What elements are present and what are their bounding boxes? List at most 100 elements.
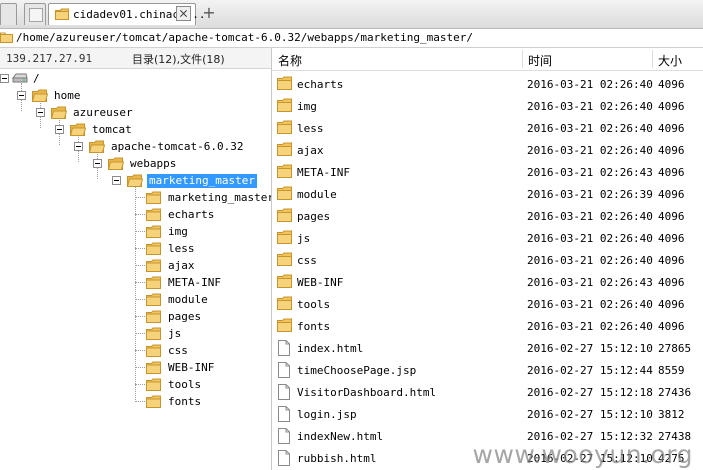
file-name: less — [297, 122, 324, 135]
tree-label: pages — [168, 310, 202, 323]
file-time: 2016-02-27 15:12:18 — [527, 386, 653, 399]
folder-open-icon — [127, 174, 143, 187]
tree-label: echarts — [168, 208, 215, 221]
column-header-size[interactable]: 大小 — [658, 52, 682, 69]
file-size: 4096 — [658, 210, 685, 223]
file-name: pages — [297, 210, 331, 223]
blank-page-icon — [29, 8, 43, 22]
file-row[interactable]: VisitorDashboard.html 2016-02-27 15:12:1… — [272, 381, 703, 403]
file-name: timeChoosePage.jsp — [297, 364, 417, 377]
file-row[interactable]: js 2016-03-21 02:26:40 4096 — [272, 227, 703, 249]
tree-label: css — [168, 344, 188, 357]
file-size: 4096 — [658, 188, 685, 201]
item-counts: 目录(12),文件(18) — [132, 53, 225, 66]
folder-icon — [277, 186, 292, 200]
tree-label: webapps — [130, 157, 177, 170]
file-time: 2016-03-21 02:26:40 — [527, 122, 653, 135]
folder-icon — [55, 8, 69, 20]
column-header-time[interactable]: 时间 — [528, 52, 552, 69]
file-list: echarts 2016-03-21 02:26:40 4096 img 201… — [272, 73, 703, 470]
watermark: www.wooyun.org — [472, 440, 693, 469]
column-header-name[interactable]: 名称 — [278, 52, 302, 69]
file-row[interactable]: META-INF 2016-03-21 02:26:43 4096 — [272, 161, 703, 183]
tree-label: fonts — [168, 395, 202, 408]
folder-icon — [146, 344, 161, 357]
tree-label: home — [54, 89, 81, 102]
file-row[interactable]: timeChoosePage.jsp 2016-02-27 15:12:44 8… — [272, 359, 703, 381]
file-name: rubbish.html — [297, 452, 377, 465]
tree-label: js — [168, 327, 182, 340]
folder-open-icon — [51, 106, 67, 119]
collapse-toggle[interactable] — [0, 74, 9, 83]
collapse-toggle[interactable] — [17, 91, 26, 100]
tab-partial[interactable] — [0, 3, 17, 25]
folder-icon — [277, 76, 292, 90]
file-time: 2016-03-21 02:26:40 — [527, 298, 653, 311]
tree-label: WEB-INF — [168, 361, 215, 374]
folder-open-icon — [32, 89, 48, 102]
file-size: 4096 — [658, 122, 685, 135]
file-row[interactable]: css 2016-03-21 02:26:40 4096 — [272, 249, 703, 271]
document-icon — [278, 340, 290, 356]
new-tab-button[interactable]: + — [200, 4, 218, 22]
folder-icon — [146, 293, 161, 306]
file-name: fonts — [297, 320, 331, 333]
file-size: 4096 — [658, 276, 685, 289]
collapse-toggle[interactable] — [36, 108, 45, 117]
file-row[interactable]: ajax 2016-03-21 02:26:40 4096 — [272, 139, 703, 161]
folder-icon — [277, 164, 292, 178]
document-icon — [278, 384, 290, 400]
file-size: 3812 — [658, 408, 685, 421]
folder-icon — [277, 120, 292, 134]
file-list-header: 名称 时间 大小 — [272, 48, 703, 71]
file-row[interactable]: pages 2016-03-21 02:26:40 4096 — [272, 205, 703, 227]
path-bar[interactable]: /home/azureuser/tomcat/apache-tomcat-6.0… — [0, 29, 703, 48]
collapse-toggle[interactable] — [93, 159, 102, 168]
tree-label: azureuser — [73, 106, 133, 119]
file-row[interactable]: login.jsp 2016-02-27 15:12:10 3812 — [272, 403, 703, 425]
file-size: 27436 — [658, 386, 692, 399]
file-size: 4096 — [658, 100, 685, 113]
file-time: 2016-02-27 15:12:10 — [527, 342, 653, 355]
collapse-toggle[interactable] — [55, 125, 64, 134]
document-icon — [278, 450, 290, 466]
file-row[interactable]: tools 2016-03-21 02:26:40 4096 — [272, 293, 703, 315]
file-row[interactable]: WEB-INF 2016-03-21 02:26:43 4096 — [272, 271, 703, 293]
file-row[interactable]: echarts 2016-03-21 02:26:40 4096 — [272, 73, 703, 95]
host-ip: 139.217.27.91 — [6, 52, 93, 65]
collapse-toggle[interactable] — [112, 176, 121, 185]
file-name: js — [297, 232, 311, 245]
column-divider[interactable] — [652, 50, 653, 68]
folder-icon — [0, 32, 13, 43]
path-text: /home/azureuser/tomcat/apache-tomcat-6.0… — [16, 31, 473, 44]
collapse-toggle[interactable] — [74, 142, 83, 151]
left-panel-header: 139.217.27.91 目录(12),文件(18) — [0, 48, 271, 69]
file-row[interactable]: fonts 2016-03-21 02:26:40 4096 — [272, 315, 703, 337]
file-row[interactable]: index.html 2016-02-27 15:12:10 27865 — [272, 337, 703, 359]
folder-icon — [146, 191, 161, 204]
folder-icon — [277, 274, 292, 288]
folder-icon — [146, 225, 161, 238]
file-row[interactable]: less 2016-03-21 02:26:40 4096 — [272, 117, 703, 139]
file-time: 2016-03-21 02:26:40 — [527, 100, 653, 113]
tab-blank[interactable] — [24, 3, 46, 25]
folder-icon — [277, 98, 292, 112]
file-name: echarts — [297, 78, 344, 91]
file-time: 2016-03-21 02:26:43 — [527, 166, 653, 179]
file-name: ajax — [297, 144, 324, 157]
file-row[interactable]: module 2016-03-21 02:26:39 4096 — [272, 183, 703, 205]
tree-label: apache-tomcat-6.0.32 — [111, 140, 244, 153]
document-icon — [278, 428, 290, 444]
close-icon[interactable] — [176, 6, 191, 21]
column-divider[interactable] — [522, 50, 523, 68]
tree-label: META-INF — [168, 276, 221, 289]
file-name: img — [297, 100, 317, 113]
file-row[interactable]: img 2016-03-21 02:26:40 4096 — [272, 95, 703, 117]
file-time: 2016-03-21 02:26:40 — [527, 210, 653, 223]
file-size: 4096 — [658, 320, 685, 333]
tab-active[interactable]: cidadev01.chinacl... — [48, 3, 205, 25]
file-name: WEB-INF — [297, 276, 344, 289]
tree-label: img — [168, 225, 188, 238]
file-size: 4096 — [658, 78, 685, 91]
folder-icon — [146, 310, 161, 323]
